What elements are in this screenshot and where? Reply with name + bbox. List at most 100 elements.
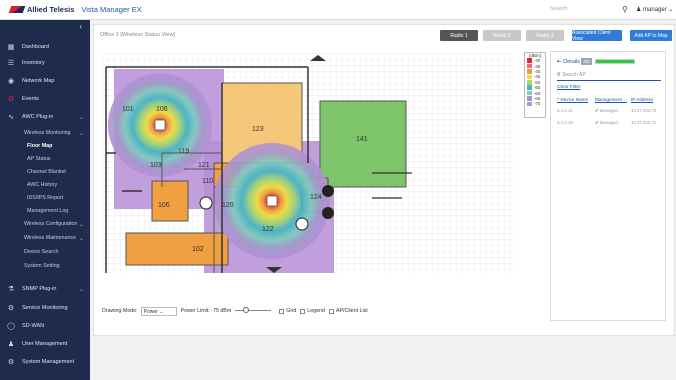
legend-value: -45 (534, 74, 541, 80)
search-icon: ⚲ (557, 72, 561, 78)
sidebar-item-user-management[interactable]: ♟ User Management (0, 337, 90, 351)
logo-icon (8, 6, 26, 13)
tab-radio-1[interactable]: Radio 1 (440, 30, 478, 41)
footer-area (93, 338, 675, 380)
wheelchair-icon (199, 196, 213, 210)
sidebar-item-label: SD-WAN (22, 323, 45, 329)
users-icon: ♟ (7, 341, 15, 348)
gear-icon: ⚙ (7, 96, 15, 103)
power-limit-label: Power Limit: -75 dBm (180, 308, 232, 314)
drawing-mode-select[interactable]: Power ⌄ (140, 306, 177, 316)
sidebar-item-channel-blanket[interactable]: Channel Blanket (0, 165, 90, 179)
column-ip-address[interactable]: IP Address (631, 97, 653, 102)
column-device-name[interactable]: ^ Device Name (557, 97, 588, 102)
globe-icon: ◉ (7, 78, 15, 85)
power-limit-slider[interactable] (235, 306, 272, 313)
room-label: 106 (158, 202, 170, 209)
sidebar-item-ap-status[interactable]: AP Status (0, 152, 90, 166)
sidebar-item-service-monitoring[interactable]: ⚙ Service Monitoring (0, 301, 90, 315)
grid-label: Grid (286, 308, 297, 314)
sidebar-item-device-search[interactable]: Device Search (0, 245, 90, 259)
sidebar-item-system-management[interactable]: ⚙ System Management (0, 355, 90, 369)
add-ap-to-map-button[interactable]: Add AP to Map (630, 30, 672, 41)
user-menu[interactable]: ♟ manager ⌄ (636, 6, 673, 13)
sidebar-item-inventory[interactable]: ☰ Inventory (0, 56, 90, 70)
sidebar-item-label: Management Log (27, 208, 69, 214)
sidebar-item-awc-history[interactable]: AWC History (0, 178, 90, 192)
sidebar-item-floor-map[interactable]: Floor Map (0, 139, 90, 153)
sidebar-item-wireless-monitoring[interactable]: Wireless Monitoring ⌄ (0, 126, 90, 140)
legend-value: -50 (534, 79, 541, 85)
access-point-icon[interactable] (266, 195, 278, 207)
search-icon[interactable]: ⚲ (622, 5, 628, 14)
legend-value: -65 (534, 95, 541, 101)
app-title: Vista Manager EX (81, 5, 142, 14)
sidebar-item-label: Wireless Monitoring (24, 130, 71, 136)
brand-logo[interactable]: Allied Telesis (8, 5, 74, 14)
column-management[interactable]: Management ... (595, 97, 627, 102)
room-label: 106 (156, 106, 168, 113)
legend-swatch (527, 63, 532, 69)
legend-value: -55 (534, 85, 541, 91)
drawing-mode-value: Power (143, 308, 158, 315)
restroom-icon (322, 207, 334, 219)
row-ip-address: 10.37.223.70 (631, 108, 657, 113)
sidebar-item-label: Dashboard (22, 44, 49, 50)
status-text: Managed (599, 120, 618, 125)
sidebar-item-wireless-configuration[interactable]: Wireless Configuration ⌄ (0, 217, 90, 231)
status-text: Managed (599, 108, 618, 113)
row-device-name[interactable]: a-1.0.10 (557, 120, 573, 125)
sidebar-item-snmp-plugin[interactable]: ⚗ SNMP Plug-in ⌄ (0, 282, 90, 296)
search-ap-input[interactable]: ⚲ Search AP (557, 72, 661, 81)
search-input[interactable]: Search (550, 6, 610, 12)
sidebar-item-label: User Management (22, 341, 68, 347)
legend-swatch (527, 101, 532, 107)
sidebar-item-awc-plugin[interactable]: ∿ AWC Plug-in ⌄ (0, 110, 90, 124)
sidebar-item-system-setting[interactable]: System Setting (0, 259, 90, 273)
legend-swatch (527, 80, 532, 85)
legend-swatch (527, 85, 532, 90)
ap-count-badge: 2/2 (581, 58, 592, 65)
ap-client-list-checkbox[interactable] (328, 308, 334, 314)
sidebar: ‹ ▦ Dashboard ☰ Inventory ◉ Network Map ⚙ Ev… (0, 20, 90, 380)
sidebar-item-wireless-maintenance[interactable]: Wireless Maintenance ⌄ (0, 231, 90, 245)
legend-checkbox[interactable] (300, 308, 306, 314)
room-label: 110 (202, 178, 213, 185)
monitor-icon: ⚙ (7, 305, 15, 312)
grid-checkbox[interactable] (279, 308, 285, 314)
row-management-status: ✔ Managed (595, 120, 618, 125)
breadcrumb: Office 1 [Wireless Status View] (100, 32, 175, 38)
sidebar-item-label: SNMP Plug-in (22, 286, 57, 292)
collapse-sidebar-icon[interactable]: ‹ (79, 22, 82, 31)
associated-client-view-button[interactable]: Associated Client View (572, 30, 622, 42)
chevron-down-icon: ⌄ (78, 286, 84, 293)
room-label: 122 (262, 226, 274, 233)
sidebar-item-label: System Management (22, 359, 74, 365)
sidebar-item-network-map[interactable]: ◉ Network Map (0, 74, 90, 88)
tab-radio-3[interactable]: Radio 3 (526, 30, 564, 41)
details-tab[interactable]: ⇤ Details (557, 59, 580, 65)
legend-value: -35 (534, 63, 541, 69)
restroom-icon (322, 185, 334, 197)
sidebar-item-management-log[interactable]: Management Log (0, 204, 90, 218)
sidebar-item-sd-wan[interactable]: ◯ SD-WAN (0, 319, 90, 333)
sidebar-item-label: IDS/IPS Report (27, 195, 64, 201)
sidebar-item-label: Inventory (22, 60, 45, 66)
sidebar-item-label: Floor Map (27, 143, 53, 149)
room-label: 101 (122, 106, 134, 113)
clear-filter-link[interactable]: Clear Filter (557, 85, 580, 90)
tab-radio-2[interactable]: Radio 2 (483, 30, 521, 41)
sidebar-item-ids-ips-report[interactable]: IDS/IPS Report (0, 191, 90, 205)
sidebar-item-dashboard[interactable]: ▦ Dashboard (0, 40, 90, 54)
settings-icon: ⚙ (7, 359, 15, 366)
access-point-icon[interactable] (154, 119, 166, 131)
cloud-icon: ◯ (7, 323, 15, 330)
floor-map[interactable]: 101 106 119 103 121 123 141 110 120 124 … (102, 53, 514, 273)
slider-handle[interactable] (243, 306, 250, 313)
legend-swatch (527, 74, 532, 80)
sidebar-item-label: Device Search (24, 249, 59, 255)
snmp-icon: ⚗ (7, 286, 15, 293)
row-device-name[interactable]: a-1.0.11 (557, 108, 572, 113)
sidebar-item-events[interactable]: ⚙ Events (0, 92, 90, 106)
legend-row: -75 (525, 101, 545, 106)
